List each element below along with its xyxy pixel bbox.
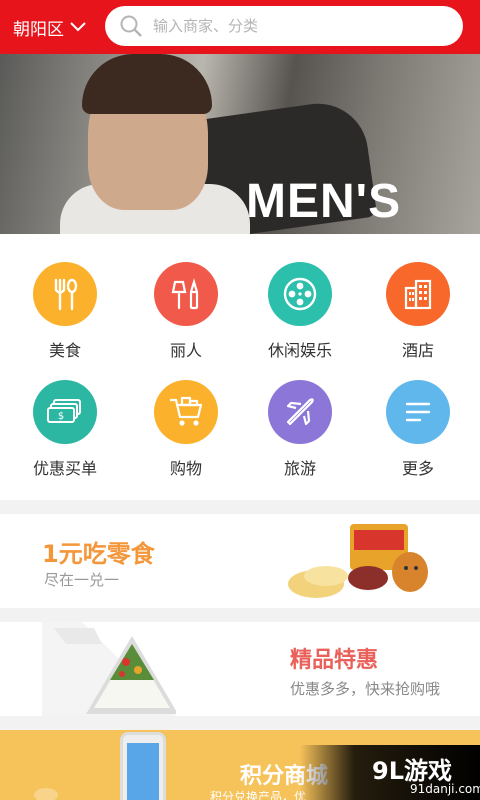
- fork-spoon-icon: [33, 262, 97, 326]
- category-shopping[interactable]: 购物: [131, 380, 241, 479]
- city-label: 朝阳区: [13, 19, 64, 40]
- snack-promo-title: 1元吃零食: [42, 540, 155, 568]
- film-reel-icon: [268, 262, 332, 326]
- category-hotel[interactable]: 酒店: [363, 262, 473, 361]
- banner-model-hair: [82, 54, 212, 114]
- city-selector[interactable]: 朝阳区: [13, 15, 86, 40]
- deal-promo-banner[interactable]: 精品特惠 优惠多多，快来抢购哦: [0, 622, 480, 716]
- category-label: 酒店: [401, 341, 434, 360]
- category-label: 旅游: [283, 459, 316, 478]
- watermark-brand: 9L游戏: [372, 757, 452, 785]
- search-box[interactable]: [105, 6, 463, 46]
- top-bar: 朝阳区: [0, 0, 480, 54]
- banner-carousel[interactable]: MEN'S: [0, 54, 480, 234]
- category-beauty[interactable]: 丽人: [131, 262, 241, 361]
- deal-promo-title: 精品特惠: [290, 648, 379, 673]
- category-label: 优惠买单: [32, 459, 97, 478]
- more-lines-icon: [386, 380, 450, 444]
- category-food[interactable]: 美食: [10, 262, 120, 361]
- cart-icon: [154, 380, 218, 444]
- deal-promo-subtitle: 优惠多多，快来抢购哦: [290, 680, 441, 698]
- watermark-site: 91danji.com: [410, 782, 480, 796]
- category-entertainment[interactable]: 休闲娱乐: [245, 262, 355, 361]
- snack-promo-banner[interactable]: 1元吃零食 尽在一兑一: [0, 514, 480, 608]
- snack-promo-subtitle: 尽在一兑一: [44, 571, 120, 589]
- chevron-down-icon: [70, 22, 86, 32]
- category-travel[interactable]: 旅游: [245, 380, 355, 479]
- building-icon: [386, 262, 450, 326]
- category-label: 美食: [48, 341, 81, 360]
- coin-image: [34, 788, 58, 800]
- category-label: 丽人: [169, 341, 202, 360]
- cash-icon: $: [33, 380, 97, 444]
- snacks-image: [288, 524, 428, 598]
- category-label: 休闲娱乐: [267, 341, 332, 360]
- food-plate-image: [42, 622, 176, 716]
- plane-icon: [268, 380, 332, 444]
- banner-title: MEN'S: [246, 175, 402, 228]
- phone-image: [120, 732, 166, 800]
- category-more[interactable]: 更多: [363, 380, 473, 479]
- category-grid: 美食 丽人 休闲娱乐 酒店 $ 优惠买单 购物 旅游 更多: [0, 234, 480, 500]
- search-input[interactable]: [153, 17, 433, 35]
- category-label: 购物: [169, 459, 202, 478]
- category-label: 更多: [401, 459, 434, 478]
- makeup-brush-icon: [154, 262, 218, 326]
- points-mall-subtitle: 积分兑换产品，优: [210, 790, 307, 800]
- search-icon: [120, 15, 142, 37]
- category-discount-pay[interactable]: $ 优惠买单: [10, 380, 120, 479]
- svg-text:$: $: [58, 411, 64, 422]
